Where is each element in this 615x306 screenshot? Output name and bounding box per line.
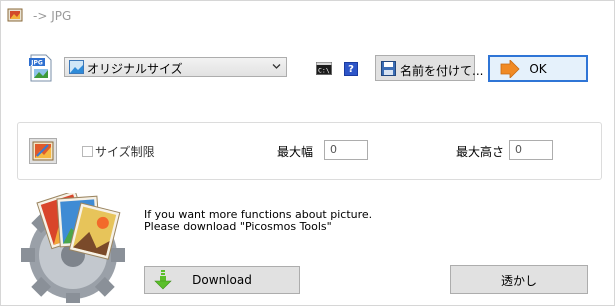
format-size-select[interactable]: オリジナルサイズ — [64, 57, 287, 77]
chevron-down-icon — [272, 64, 281, 69]
download-button[interactable]: Download — [144, 266, 300, 294]
help-icon[interactable]: ? — [344, 62, 358, 76]
save-as-label: 名前を付けて... — [400, 64, 484, 78]
watermark-label: 透かし — [500, 274, 537, 288]
jpg-file-icon: JPG — [29, 54, 52, 82]
app-window: -> JPG JPG オリジナルサイズ C:\ ? 名前を付けて... OK サ… — [0, 0, 615, 306]
size-limit-checkbox[interactable] — [82, 146, 93, 157]
ok-label: OK — [529, 62, 547, 76]
picture-edit-button[interactable] — [29, 138, 57, 164]
save-as-button[interactable]: 名前を付けて... — [375, 55, 483, 81]
floppy-disk-icon — [381, 61, 396, 76]
app-icon — [7, 8, 23, 22]
format-select-value: オリジナルサイズ — [87, 62, 183, 76]
command-prompt-icon[interactable]: C:\ — [316, 62, 332, 75]
svg-text:JPG: JPG — [30, 60, 43, 67]
max-height-input[interactable]: 0 — [509, 140, 553, 160]
picosmos-logo — [21, 193, 125, 303]
size-limit-label: サイズ制限 — [95, 145, 155, 159]
picture-edit-icon — [32, 141, 54, 161]
max-width-input[interactable]: 0 — [324, 140, 368, 160]
max-width-label: 最大幅 — [277, 145, 314, 159]
watermark-button[interactable]: 透かし — [450, 265, 588, 294]
window-title: -> JPG — [33, 9, 72, 23]
size-limit-panel: サイズ制限 最大幅 0 最大高さ 0 — [17, 122, 602, 180]
svg-text:C:\: C:\ — [318, 67, 330, 75]
max-height-label: 最大高さ — [456, 145, 505, 159]
image-icon — [69, 60, 84, 74]
ok-button[interactable]: OK — [488, 55, 588, 82]
download-label: Download — [192, 273, 252, 287]
title-bar: -> JPG — [1, 1, 614, 29]
promo-text: If you want more functions about picture… — [144, 208, 373, 233]
